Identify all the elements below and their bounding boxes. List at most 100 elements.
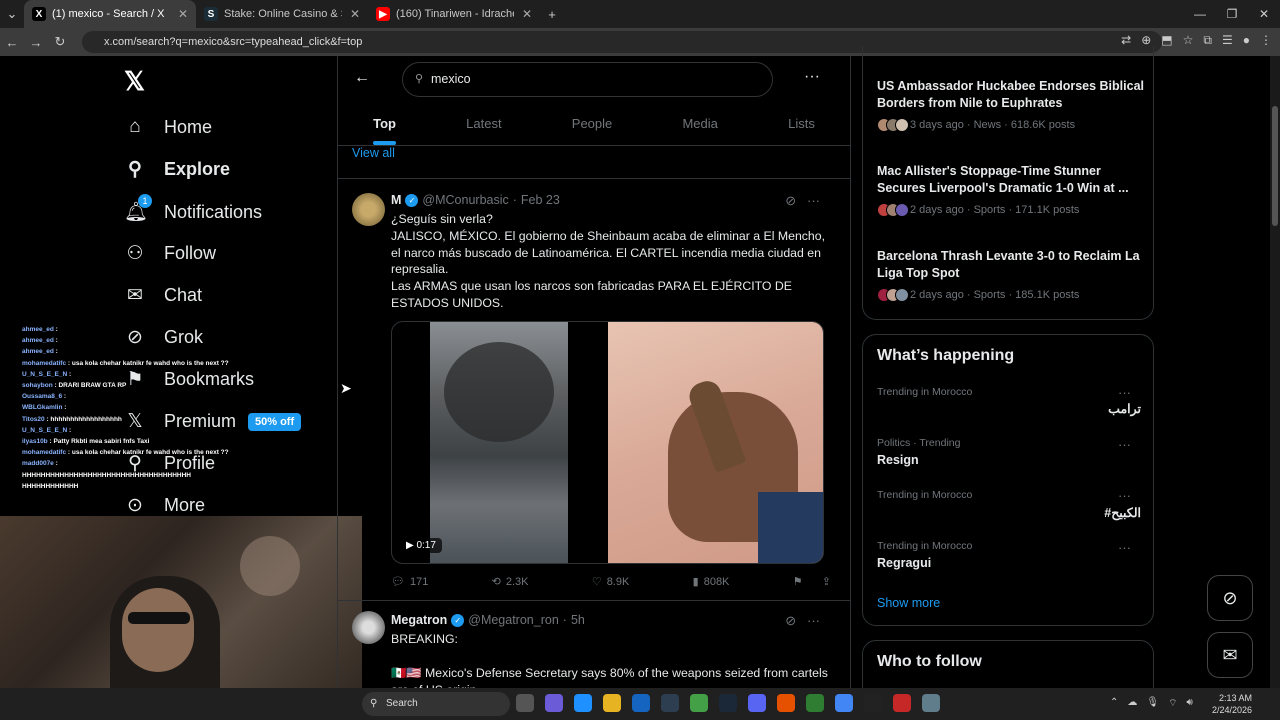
close-tab-icon[interactable]: ✕ (178, 7, 188, 21)
like-button[interactable]: ♡ 8.9K (592, 575, 630, 589)
install-icon[interactable]: ⬒ (1161, 33, 1172, 48)
view-all-link[interactable]: View all (352, 146, 395, 160)
tweet-more-icon[interactable]: ··· (807, 193, 820, 208)
tweet-action-bar: 💬︎ 171 ⟲ 2.3K ♡ 8.9K ▮ 808K ⚑ ⇪ (391, 575, 831, 589)
messages-fab-button[interactable]: ✉ (1207, 632, 1253, 678)
tab-media[interactable]: Media (682, 104, 717, 145)
back-arrow-icon[interactable]: ← (354, 69, 370, 87)
trend-more-icon[interactable]: ··· (1118, 437, 1131, 452)
trend-more-icon[interactable]: ··· (1118, 385, 1131, 400)
menu-icon[interactable]: ⋮ (1260, 33, 1272, 48)
chevron-up-icon[interactable]: ⌃ (1110, 697, 1118, 710)
tab-top[interactable]: Top (373, 104, 396, 145)
grok-fab-button[interactable]: ⊘ (1207, 575, 1253, 621)
microphone-icon[interactable]: 🎙︎ (1146, 697, 1159, 710)
nav-more[interactable]: ⊙ More (124, 494, 205, 517)
scrollbar-thumb[interactable] (1272, 106, 1278, 226)
outlook-icon[interactable] (632, 694, 650, 712)
trend-title[interactable]: Barcelona Thrash Levante 3-0 to Reclaim … (877, 248, 1145, 281)
trend-more-icon[interactable]: ··· (1118, 488, 1131, 503)
tab-list-icon[interactable]: ⌄ (0, 6, 24, 22)
tab-youtube[interactable]: ▶ (160) Tinariwen - Idrache (Traces) ✕ (368, 0, 540, 28)
trend-more-icon[interactable]: ··· (1118, 540, 1131, 555)
author-handle[interactable]: @MConurbasic (422, 193, 508, 207)
nav-home[interactable]: ⌂ Home (124, 116, 212, 138)
author-name[interactable]: Megatron (391, 613, 447, 627)
onedrive-icon[interactable]: ☁ (1127, 697, 1137, 710)
reply-button[interactable]: 💬︎ 171 (391, 575, 428, 589)
tweet-time[interactable]: 5h (571, 613, 585, 627)
close-window-icon[interactable]: ✕ (1248, 0, 1280, 28)
volume-icon[interactable]: 🔊︎ (1187, 697, 1193, 710)
steam-icon[interactable] (719, 694, 737, 712)
trend-name[interactable]: Resign (877, 453, 919, 467)
nav-notifications[interactable]: 🔔︎ 1 Notifications (124, 194, 262, 224)
tab-people[interactable]: People (572, 104, 612, 145)
tab-stake[interactable]: S Stake: Online Casino & Sports Betting … (196, 0, 368, 28)
back-icon[interactable]: ← (0, 35, 24, 50)
tab-x-search[interactable]: X (1) mexico - Search / X ✕ (24, 0, 196, 28)
restore-icon[interactable]: ❐ (1216, 0, 1248, 28)
clock[interactable]: 2:13 AM 2/24/2026 (1210, 692, 1252, 716)
task-view-icon[interactable] (516, 694, 534, 712)
author-handle[interactable]: @Megatron_ron (468, 613, 559, 627)
grok-explain-icon[interactable]: ⊘ (785, 613, 796, 628)
envelope-icon: ✉ (1222, 645, 1238, 665)
trend-name[interactable]: #الكبيح (1104, 505, 1141, 520)
repost-button[interactable]: ⟲ 2.3K (492, 575, 529, 589)
tab-latest[interactable]: Latest (466, 104, 501, 145)
bookmark-icon[interactable]: ⚑ (793, 575, 803, 588)
close-tab-icon[interactable]: ✕ (522, 7, 532, 21)
avatar[interactable] (352, 193, 385, 226)
trend-title[interactable]: US Ambassador Huckabee Endorses Biblical… (877, 78, 1145, 111)
show-more-link[interactable]: Show more (877, 596, 940, 610)
grok-explain-icon[interactable]: ⊘ (785, 193, 796, 208)
wifi-icon[interactable]: ⌔ (1168, 697, 1177, 710)
whatsapp-icon[interactable] (690, 694, 708, 712)
settings-icon[interactable] (922, 694, 940, 712)
tweet-1[interactable]: M ✓ @MConurbasic · Feb 23 ⊘ ··· ¿Seguís … (338, 179, 850, 599)
tweet-more-icon[interactable]: ··· (807, 613, 820, 628)
taskbar-search[interactable]: ⚲ Search (362, 692, 510, 716)
trend-name[interactable]: Regragui (877, 556, 931, 570)
tweet-2[interactable]: Megatron ✓ @Megatron_ron · 5h ⊘ ··· BREA… (338, 601, 850, 697)
tweet-date[interactable]: Feb 23 (521, 193, 560, 207)
search-input[interactable]: ⚲ mexico (402, 62, 773, 97)
views-button[interactable]: ▮ 808K (693, 575, 730, 589)
obs-icon[interactable] (864, 694, 882, 712)
bookmark-star-icon[interactable]: ☆ (1183, 33, 1194, 48)
x-logo-icon[interactable]: 𝕏 (124, 66, 145, 97)
page-scrollbar[interactable] (1270, 56, 1280, 688)
reload-icon[interactable]: ↻ (48, 34, 72, 50)
extensions-icon[interactable]: ⧉ (1203, 33, 1212, 48)
new-tab-icon[interactable]: + (540, 7, 564, 22)
nav-explore[interactable]: ⚲ Explore (124, 158, 230, 181)
avatar[interactable] (352, 611, 385, 644)
chat-text: HHHHHHHHHHHHHHHHHHHHHHHHHHHHHHHHHHHH (22, 471, 191, 479)
teams-icon[interactable] (545, 694, 563, 712)
chat-username: Oussama8_6 (22, 393, 63, 401)
file-explorer-icon[interactable] (603, 694, 621, 712)
app-icon[interactable] (777, 694, 795, 712)
close-tab-icon[interactable]: ✕ (350, 7, 360, 21)
minimize-icon[interactable]: — (1184, 0, 1216, 28)
chrome-icon[interactable] (835, 694, 853, 712)
discord-icon[interactable] (748, 694, 766, 712)
store-icon[interactable] (661, 694, 679, 712)
share-icon[interactable]: ⇪ (822, 575, 831, 588)
nav-follow[interactable]: ⚇ Follow (124, 242, 216, 265)
tweet-video[interactable]: ▶ 0:17 (391, 321, 824, 564)
edge-icon[interactable] (574, 694, 592, 712)
profile-avatar[interactable]: ● (1243, 33, 1250, 48)
trend-title[interactable]: Mac Allister's Stoppage-Time Stunner Sec… (877, 163, 1145, 196)
reading-list-icon[interactable]: ☰ (1222, 33, 1233, 48)
trend-name[interactable]: ترامب (1108, 401, 1141, 416)
app-icon[interactable] (806, 694, 824, 712)
author-name[interactable]: M (391, 193, 401, 207)
tab-lists[interactable]: Lists (788, 104, 815, 145)
forward-icon[interactable]: → (24, 35, 48, 50)
more-circle-icon: ⊙ (127, 495, 143, 516)
more-options-icon[interactable]: ··· (804, 68, 820, 86)
nav-chat[interactable]: ✉ Chat (124, 284, 202, 307)
app-icon[interactable] (893, 694, 911, 712)
